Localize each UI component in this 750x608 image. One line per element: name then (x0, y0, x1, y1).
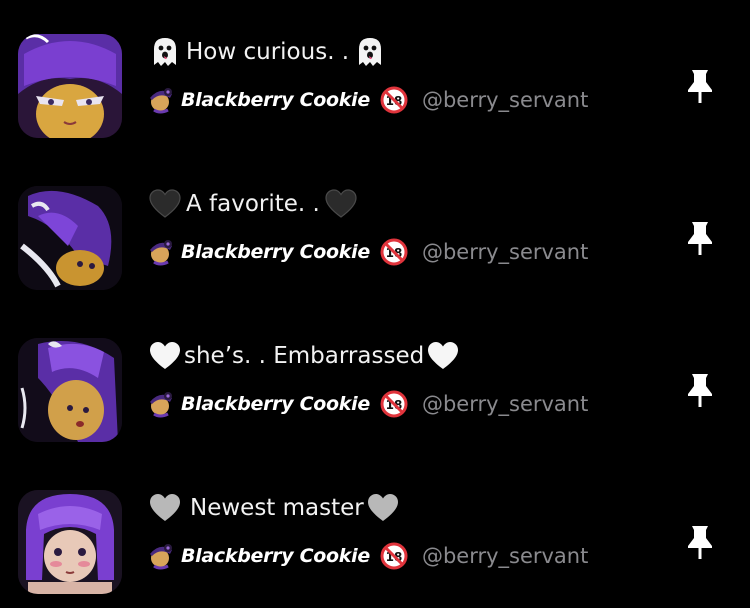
list-item[interactable]: How curious. . Blackberry Cookie @berry_… (0, 0, 750, 152)
post-title[interactable]: she’s. . Embarrassed (148, 338, 460, 374)
post-meta: Blackberry Cookie 18 @berry_servant (146, 234, 588, 270)
ghost-icon (353, 35, 387, 69)
list-item[interactable]: A favorite. . Blackberry Cookie @berry_s… (0, 152, 750, 304)
white-heart-icon (426, 339, 460, 373)
post-thumbnail[interactable] (18, 490, 122, 594)
no-under-18-icon: 18 (380, 542, 408, 570)
author-handle[interactable]: @berry_servant (422, 544, 588, 568)
author-name[interactable]: Blackberry Cookie (181, 545, 370, 567)
post-title[interactable]: How curious. . (148, 34, 387, 70)
post-title[interactable]: A favorite. . (148, 186, 358, 222)
pin-icon[interactable] (686, 372, 714, 408)
author-name[interactable]: Blackberry Cookie (181, 89, 370, 111)
no-under-18-icon: 18 (380, 390, 408, 418)
blackberry-cookie-icon (146, 540, 178, 572)
black-heart-icon (148, 187, 182, 221)
grey-heart-icon (148, 491, 182, 525)
blackberry-cookie-icon (146, 236, 178, 268)
post-list: How curious. . Blackberry Cookie @berry_… (0, 0, 750, 606)
author-name[interactable]: Blackberry Cookie (181, 393, 370, 415)
post-title-text: Newest master (190, 495, 364, 521)
pin-icon[interactable] (686, 524, 714, 560)
post-thumbnail[interactable] (18, 338, 122, 442)
blackberry-cookie-icon (146, 388, 178, 420)
post-title-text: How curious. . (186, 39, 350, 65)
post-thumbnail[interactable] (18, 34, 122, 138)
grey-heart-icon (366, 491, 400, 525)
pin-icon[interactable] (686, 68, 714, 104)
post-meta: Blackberry Cookie 18 @berry_servant (146, 386, 588, 422)
no-under-18-icon: 18 (380, 86, 408, 114)
post-title-text: she’s. . Embarrassed (184, 343, 425, 369)
author-handle[interactable]: @berry_servant (422, 88, 588, 112)
ghost-icon (148, 35, 182, 69)
post-meta: Blackberry Cookie 18 @berry_servant (146, 82, 588, 118)
blackberry-cookie-icon (146, 84, 178, 116)
pin-icon[interactable] (686, 220, 714, 256)
post-thumbnail[interactable] (18, 186, 122, 290)
post-title[interactable]: Newest master (148, 490, 400, 526)
white-heart-icon (148, 339, 182, 373)
black-heart-icon (324, 187, 358, 221)
author-handle[interactable]: @berry_servant (422, 240, 588, 264)
post-meta: Blackberry Cookie 18 @berry_servant (146, 538, 588, 574)
post-title-text: A favorite. . (186, 191, 320, 217)
no-under-18-icon: 18 (380, 238, 408, 266)
author-handle[interactable]: @berry_servant (422, 392, 588, 416)
list-item[interactable]: she’s. . Embarrassed Blackberry Cookie @… (0, 304, 750, 456)
list-item[interactable]: Newest master Blackberry Cookie @berry_s… (0, 456, 750, 608)
author-name[interactable]: Blackberry Cookie (181, 241, 370, 263)
